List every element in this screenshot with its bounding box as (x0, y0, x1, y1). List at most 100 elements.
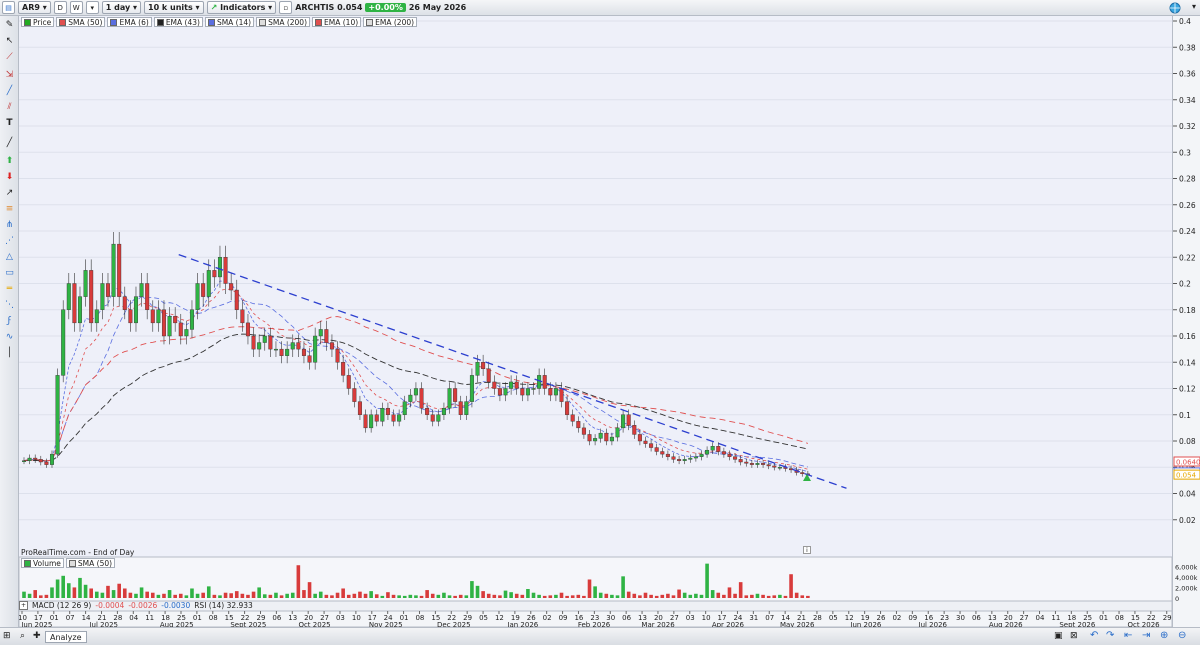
triangle-icon[interactable]: △ (3, 250, 16, 263)
scroll-right-icon[interactable]: ⇥ (1142, 630, 1150, 641)
candle-body (727, 453, 732, 457)
volume-bar (766, 595, 771, 598)
legend-item-2[interactable]: EMA (6) (107, 17, 152, 27)
candle-body (83, 270, 88, 297)
candle-body (665, 453, 670, 457)
period-weekly-button[interactable]: W (69, 1, 83, 14)
units-selector[interactable]: 10 k units ▾ (144, 1, 204, 14)
volume-bar (330, 595, 334, 598)
chart-type-icon[interactable]: ▤ (2, 1, 15, 14)
menu-chevron-icon[interactable]: ▾ (1192, 2, 1196, 11)
volume-bar (218, 595, 222, 598)
volume-bar (509, 592, 513, 598)
legend-item-6[interactable]: EMA (10) (312, 17, 362, 27)
fit-icon[interactable]: ⊠ (1070, 631, 1078, 641)
legend-item-5[interactable]: SMA (200) (256, 17, 311, 27)
window-options-icon[interactable] (1169, 2, 1182, 17)
pencil-icon[interactable]: ✎ (3, 18, 16, 31)
volume-bar (178, 593, 183, 598)
candle-body (128, 309, 133, 324)
price-chart[interactable]: 10 17 01 07 14 21 28 04 11 18 25 01 08 15 22 29 06 13 20 27… (18, 16, 1200, 629)
candle-body (335, 348, 340, 363)
legend-item-0[interactable]: Price (21, 17, 55, 27)
candle-body (430, 414, 435, 422)
scroll-left-icon[interactable]: ⇤ (1124, 630, 1132, 641)
volume-legend-item-1[interactable]: SMA (50) (65, 558, 116, 568)
candle-body (38, 459, 43, 463)
redo-icon[interactable]: ↷ (1106, 630, 1114, 641)
zigzag-icon[interactable]: ∿ (3, 330, 16, 343)
candle-body (604, 432, 609, 442)
volume-bar (425, 590, 429, 598)
arrow-down-icon[interactable]: ⬇ (3, 170, 16, 183)
cycle-icon[interactable]: ϝ (3, 314, 16, 327)
legend-item-3[interactable]: EMA (43) (153, 17, 203, 27)
volume-bar (699, 594, 704, 598)
layout-icon[interactable]: ⊞ (3, 631, 11, 641)
chart-area[interactable]: 10 17 01 07 14 21 28 04 11 18 25 01 08 15 22 29 06 13 20 27… (18, 16, 1200, 629)
trendline-icon[interactable]: ╱ (3, 136, 16, 149)
channel-icon[interactable]: ⫽ (3, 100, 16, 113)
volume-bar (419, 595, 424, 598)
expand-icon[interactable]: + (19, 601, 28, 610)
undo-icon[interactable]: ↶ (1090, 630, 1098, 641)
horizontal-line-icon[interactable]: ═ (3, 282, 16, 295)
candle-body (296, 342, 301, 350)
arrow-diagonal-icon[interactable]: ↗ (3, 186, 16, 199)
volume-tick-label: 4,000k (1175, 574, 1198, 582)
arrow-up-icon[interactable]: ⬆ (3, 154, 16, 167)
zoom-in-icon[interactable]: ⊕ (1160, 630, 1168, 641)
volume-bar (470, 581, 474, 598)
candle-body (766, 464, 771, 467)
legend-label: EMA (10) (324, 17, 359, 27)
candle-body (117, 243, 122, 297)
candle-body (301, 348, 306, 356)
volume-legend-item-0[interactable]: Volume (21, 558, 64, 568)
candle-body (229, 283, 234, 291)
text-tool-icon[interactable]: T (3, 116, 16, 129)
price-axis[interactable]: 0.4 0.38 0.36 0.34 0.32 0.3 0.28 0.26 0.24 0.22 0.… (1172, 16, 1200, 627)
regression-icon[interactable]: ⋰ (3, 234, 16, 247)
zoom-icon[interactable]: ⌕ (20, 631, 25, 641)
day-label: 08 (209, 614, 218, 622)
analyze-button[interactable]: Analyze (45, 631, 87, 643)
pointer-icon[interactable]: ↖ (3, 34, 16, 47)
candle-body (167, 316, 172, 337)
lock-icon[interactable]: ▫ (279, 1, 293, 14)
ticker-selector[interactable]: AR9 ▾ (18, 1, 51, 14)
interval-selector[interactable]: 1 day ▾ (101, 1, 141, 14)
zoom-out-icon[interactable]: ⊖ (1178, 630, 1186, 641)
legend-label: EMA (6) (119, 17, 149, 27)
legend-item-7[interactable]: EMA (200) (363, 17, 418, 27)
price-tick-label: 0.32 (1179, 122, 1196, 131)
link-icon[interactable]: ▾ (85, 1, 99, 14)
candle-body (346, 375, 351, 389)
legend-item-1[interactable]: SMA (50) (56, 17, 106, 27)
ruler-icon[interactable]: ⟋ (3, 50, 16, 63)
volume-bar (285, 593, 289, 598)
legend-item-4[interactable]: SMA (14) (204, 17, 255, 27)
candle-body (262, 335, 267, 343)
price-tick-label: 0.2 (1179, 280, 1191, 289)
info-icon[interactable]: i (803, 546, 811, 554)
line-tool-icon[interactable]: ╱ (3, 84, 16, 97)
rectangle-icon[interactable]: ▭ (3, 266, 16, 279)
measure-icon[interactable]: ⇲ (3, 68, 16, 81)
legend-label: SMA (50) (77, 558, 113, 568)
indicators-button[interactable]: ↗ Indicators ▾ (206, 1, 277, 14)
volume-bar (503, 590, 508, 598)
volume-tick-label: 6,000k (1175, 563, 1198, 571)
pitchfork-icon[interactable]: ⋔ (3, 218, 16, 231)
candle-body (161, 309, 166, 337)
camera-icon[interactable]: ▣ (1054, 631, 1063, 641)
candle-body (677, 459, 682, 461)
price-tick-label: 0.02 (1179, 516, 1196, 525)
crosshair-icon[interactable]: ✚ (33, 631, 41, 641)
indicators-icon: ↗ (210, 3, 218, 12)
fan-icon[interactable]: ⋱ (3, 298, 16, 311)
vertical-line-icon[interactable]: │ (3, 346, 16, 359)
fibonacci-icon[interactable]: ≡ (3, 202, 16, 215)
candle-body (441, 407, 446, 415)
period-daily-button[interactable]: D (53, 1, 67, 14)
volume-bar (755, 593, 760, 598)
